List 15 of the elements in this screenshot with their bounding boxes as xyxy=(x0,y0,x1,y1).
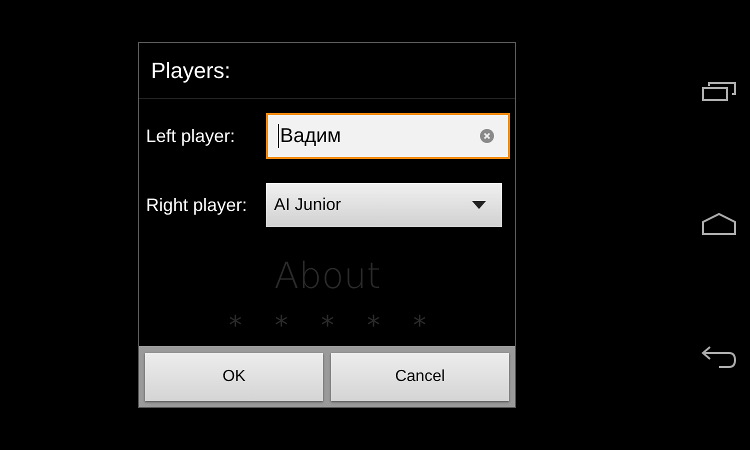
field-label: Left player: xyxy=(146,124,236,148)
field-value: Вадим xyxy=(280,124,342,150)
field-label: Right player: xyxy=(146,194,248,217)
caret-icon xyxy=(472,201,486,210)
clear-icon[interactable] xyxy=(480,129,494,144)
dropdown-value: AI Junior xyxy=(274,194,342,216)
recent-apps-icon[interactable] xyxy=(702,82,736,102)
text-field[interactable]: Вадим xyxy=(266,113,510,160)
dialog-button[interactable]: OK xyxy=(145,352,323,401)
dialog-button[interactable]: Cancel xyxy=(331,352,509,401)
home-icon[interactable] xyxy=(702,213,736,235)
dialog-title: Players: xyxy=(151,57,230,86)
back-icon[interactable] xyxy=(701,346,737,368)
menu-decoration: * * * * * xyxy=(228,310,426,344)
dropdown[interactable]: AI Junior xyxy=(266,183,502,228)
